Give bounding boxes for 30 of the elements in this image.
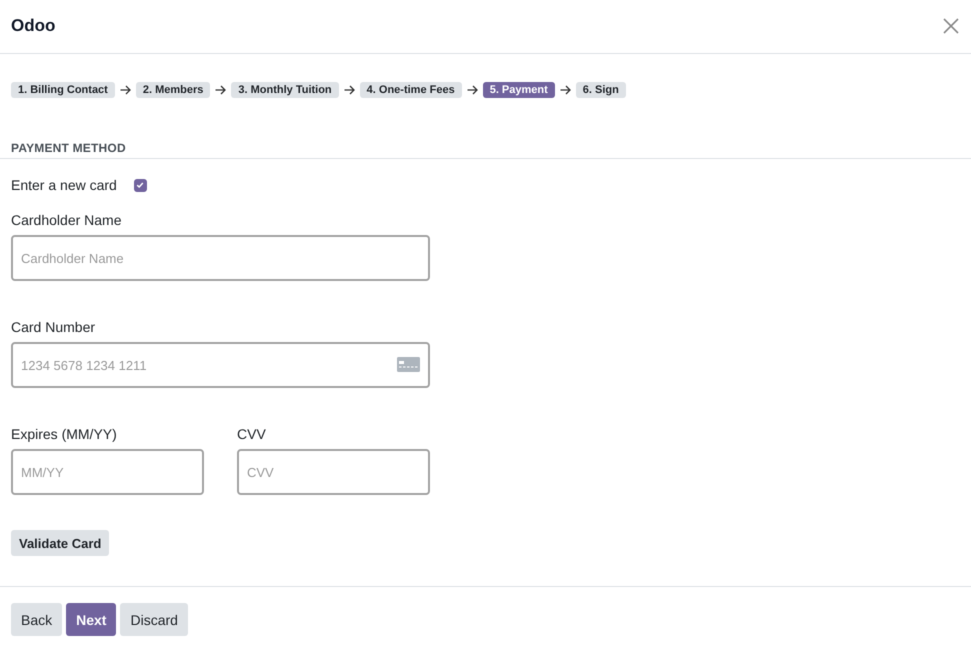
- footer-button[interactable]: Back: [11, 603, 62, 636]
- step-badge: 1. Billing Contact: [11, 82, 115, 98]
- field-label: Cardholder Name: [11, 211, 122, 229]
- checkbox-label: Enter a new card: [11, 176, 117, 194]
- field-label: CVV: [237, 425, 266, 443]
- credit-card-icon: [397, 357, 420, 372]
- arrow-icon: [560, 85, 571, 95]
- input-field[interactable]: MM/YY: [11, 449, 204, 495]
- field-label: Expires (MM/YY): [11, 425, 117, 443]
- footer-button[interactable]: Discard: [120, 603, 188, 636]
- close-icon[interactable]: [943, 18, 959, 34]
- step-badge: 3. Monthly Tuition: [231, 82, 339, 98]
- validate-card-button[interactable]: Validate Card: [11, 530, 110, 556]
- arrow-icon: [344, 85, 355, 95]
- section-title: PAYMENT METHOD: [0, 140, 971, 159]
- checkbox[interactable]: [134, 178, 147, 192]
- step-badge: 2. Members: [136, 82, 210, 98]
- arrow-icon: [215, 85, 226, 95]
- window-title: Odoo: [11, 16, 56, 36]
- step-badge: 4. One-time Fees: [360, 82, 462, 98]
- input-field[interactable]: 1234 5678 1234 1211: [11, 342, 430, 388]
- arrow-icon: [466, 85, 478, 95]
- input-field[interactable]: Cardholder Name: [11, 235, 430, 281]
- arrow-icon: [120, 85, 131, 95]
- checkmark-icon: [136, 181, 144, 189]
- next-button[interactable]: Next: [66, 603, 116, 636]
- step-badge: 6. Sign: [576, 82, 626, 98]
- input-field[interactable]: CVV: [237, 449, 430, 495]
- step-badge: 5. Payment: [482, 82, 555, 98]
- field-label: Card Number: [11, 318, 96, 336]
